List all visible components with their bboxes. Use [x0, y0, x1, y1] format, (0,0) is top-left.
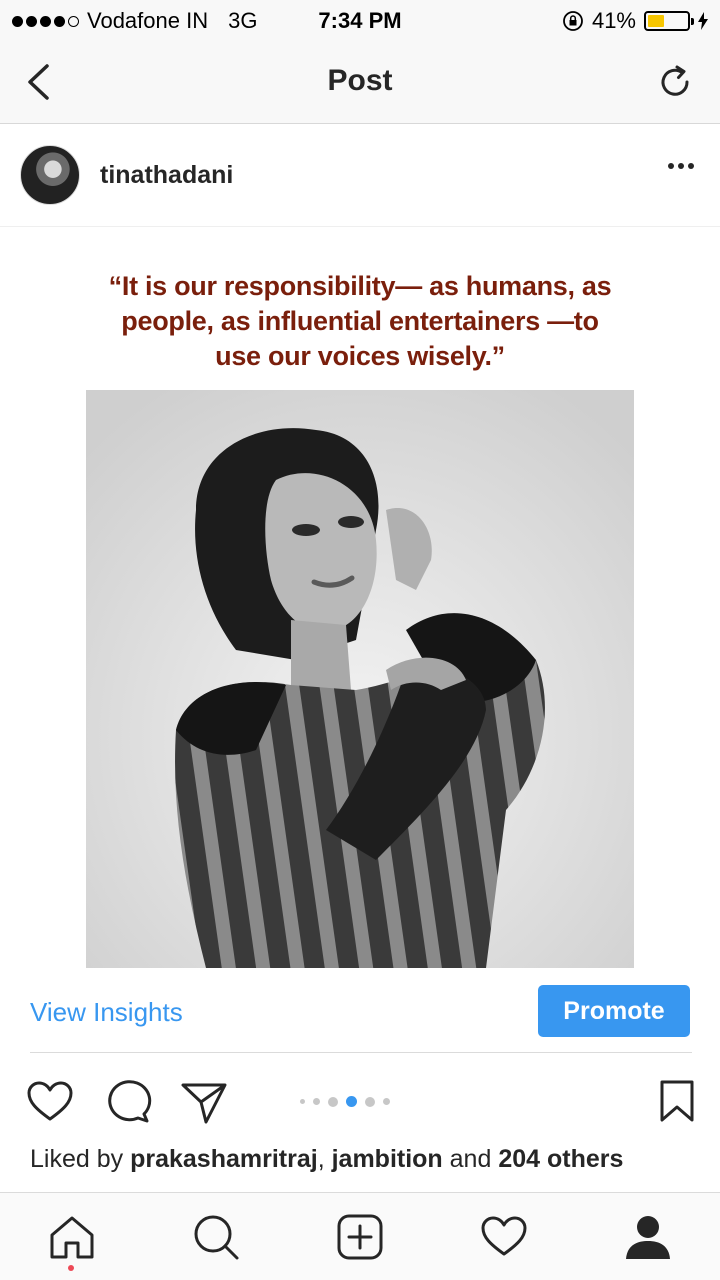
carousel-dot: [328, 1096, 338, 1107]
battery-icon: [644, 11, 694, 31]
carousel-dot: [300, 1099, 305, 1104]
carousel-dot: [365, 1096, 375, 1107]
insights-row: View Insights Promote: [0, 985, 720, 1055]
likes-separator: ,: [317, 1145, 325, 1173]
carousel-indicator: [300, 1096, 390, 1107]
more-options-icon[interactable]: [668, 163, 694, 169]
activity-heart-icon[interactable]: [480, 1213, 528, 1261]
battery-level-fill: [648, 15, 664, 27]
liker-username-2[interactable]: jambition: [332, 1145, 443, 1173]
promote-button[interactable]: Promote: [538, 985, 690, 1037]
post-quote: “It is our responsibility— as humans, as…: [108, 271, 612, 371]
post-username[interactable]: tinathadani: [100, 161, 233, 190]
carousel-dot: [346, 1096, 357, 1107]
carousel-dot: [313, 1098, 320, 1105]
profile-icon[interactable]: [624, 1213, 672, 1261]
nav-header: Post: [0, 40, 720, 124]
likes-and: and: [449, 1145, 492, 1173]
refresh-icon[interactable]: [656, 60, 696, 104]
new-post-icon[interactable]: [336, 1213, 384, 1261]
divider: [30, 1052, 692, 1053]
notification-dot: [68, 1265, 74, 1271]
page-title: Post: [327, 64, 393, 97]
battery-percent: 41%: [591, 8, 636, 33]
carousel-dot: [383, 1098, 390, 1105]
status-right: 41%: [562, 8, 708, 34]
liker-username-1[interactable]: prakashamritraj: [130, 1145, 318, 1173]
home-icon[interactable]: [48, 1213, 96, 1261]
like-icon[interactable]: [26, 1078, 74, 1126]
post-header: tinathadani: [0, 125, 720, 227]
portrait-illustration: [86, 390, 634, 968]
post-actions: [0, 1070, 720, 1130]
comment-icon[interactable]: [104, 1078, 152, 1126]
post-image[interactable]: “It is our responsibility— as humans, as…: [0, 227, 720, 975]
charging-icon: [698, 12, 708, 30]
avatar[interactable]: [20, 145, 80, 205]
search-icon[interactable]: [192, 1213, 240, 1261]
save-bookmark-icon[interactable]: [656, 1078, 704, 1126]
likes-summary[interactable]: Liked by prakashamritraj, jambition and …: [30, 1145, 623, 1174]
status-bar: Vodafone IN 3G 7:34 PM 41%: [0, 0, 720, 40]
bottom-tab-bar: [0, 1192, 720, 1280]
likes-others-count[interactable]: 204 others: [498, 1145, 623, 1173]
orientation-lock-icon: [563, 11, 583, 31]
portrait-photo: [86, 390, 634, 968]
likes-prefix: Liked by: [30, 1145, 124, 1173]
share-icon[interactable]: [180, 1078, 228, 1126]
view-insights-link[interactable]: View Insights: [30, 997, 183, 1028]
